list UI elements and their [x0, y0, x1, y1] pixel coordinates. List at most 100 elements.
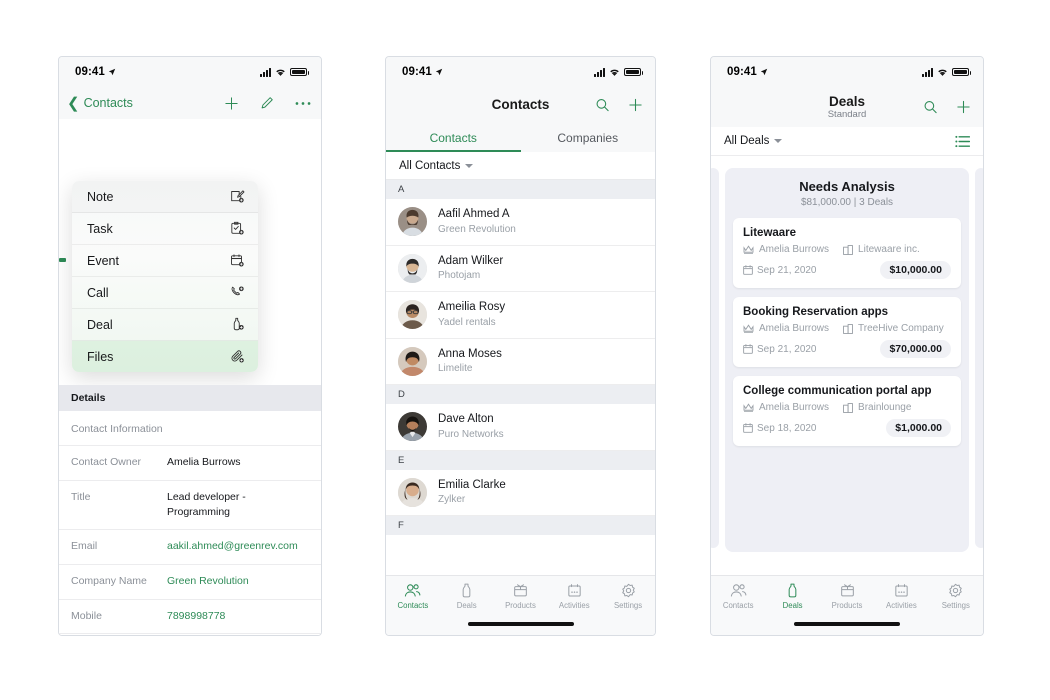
menu-item-files[interactable]: Files — [72, 341, 258, 372]
location-arrow-icon — [108, 68, 116, 76]
field-value[interactable]: 7898998778 — [167, 609, 225, 625]
list-item[interactable]: Adam Wilker Photojam — [386, 245, 655, 293]
tab-products[interactable]: Products — [494, 583, 548, 610]
menu-item-note[interactable]: Note — [72, 181, 258, 213]
field-label: Company Name — [71, 574, 147, 587]
pencil-icon[interactable] — [260, 96, 274, 110]
alpha-header: D — [386, 385, 655, 405]
tab-deals[interactable]: Deals — [440, 583, 494, 610]
avatar — [398, 207, 427, 237]
deal-owner: Amelia Burrows — [759, 402, 830, 413]
menu-item-call[interactable]: Call — [72, 277, 258, 309]
deal-card[interactable]: Booking Reservation apps Amelia Burrows … — [733, 297, 961, 367]
search-icon[interactable] — [923, 100, 938, 115]
search-icon[interactable] — [595, 98, 610, 113]
field-row[interactable]: Email aakil.ahmed@greenrev.com — [59, 530, 321, 565]
calendar-icon — [743, 265, 753, 275]
list-item-text: Aafil Ahmed A Green Revolution — [438, 207, 516, 237]
deal-card[interactable]: Litewaare Amelia Burrows Litewaare inc. … — [733, 218, 961, 288]
plus-icon[interactable] — [224, 96, 239, 111]
field-label: Mobile — [71, 609, 102, 622]
menu-item-label: Deal — [87, 317, 113, 332]
alpha-header: F — [386, 516, 655, 536]
tab-products[interactable]: Products — [820, 583, 874, 610]
tab-settings[interactable]: Settings — [929, 583, 983, 610]
field-row[interactable]: Phone 8380684576 — [59, 634, 321, 635]
field-row[interactable]: Mobile 7898998778 — [59, 600, 321, 635]
plus-icon[interactable] — [628, 98, 643, 113]
tab-contacts[interactable]: Contacts — [711, 583, 765, 610]
tab-label: Settings — [613, 601, 643, 610]
chevron-down-icon — [465, 163, 474, 168]
status-bar-indicators — [922, 67, 971, 77]
nav-bar: ❮ Contacts — [59, 87, 321, 119]
kanban-column-next[interactable] — [975, 168, 983, 548]
filter-bar: All Contacts — [386, 152, 655, 180]
field-row[interactable]: Title Lead developer - Programming — [59, 481, 321, 531]
tab-settings[interactable]: Settings — [601, 583, 655, 610]
tab-label: Activities — [558, 601, 590, 610]
chevron-down-icon — [774, 139, 783, 143]
tab-activities[interactable]: Activities — [547, 583, 601, 610]
kanban-board[interactable]: Needs Analysis $81,000.00 | 3 Deals Lite… — [711, 156, 983, 561]
filter-all-deals[interactable]: All Deals — [724, 135, 783, 147]
menu-item-task[interactable]: Task — [72, 213, 258, 245]
filter-all-contacts[interactable]: All Contacts — [399, 160, 474, 172]
contact-name: Dave Alton — [438, 413, 494, 426]
field-row[interactable]: Contact Owner Amelia Burrows — [59, 446, 321, 481]
list-item[interactable]: Dave Alton Puro Networks — [386, 404, 655, 451]
tab-activities[interactable]: Activities — [874, 583, 928, 610]
attachment-add-icon — [228, 348, 246, 366]
kanban-column-previous[interactable] — [711, 168, 719, 548]
deal-account: Litewaare inc. — [858, 244, 920, 255]
tab-contacts[interactable]: Contacts — [386, 583, 440, 610]
deal-meta: Amelia Burrows Litewaare inc. — [743, 244, 951, 255]
status-bar: 09:41 — [711, 57, 983, 87]
home-indicator[interactable] — [794, 622, 900, 626]
back-button[interactable]: ❮ Contacts — [67, 96, 133, 111]
avatar — [398, 412, 427, 442]
ellipsis-icon[interactable] — [295, 101, 311, 106]
plus-icon[interactable] — [956, 100, 971, 115]
section-header-details: Details — [59, 385, 321, 411]
contact-name: Ameilia Rosy — [438, 301, 506, 314]
field-row[interactable]: Company Name Green Revolution — [59, 565, 321, 600]
list-item[interactable]: Emilia Clarke Zylker — [386, 469, 655, 517]
field-label: Contact Owner — [71, 456, 142, 468]
screenshot-stage: 09:41 ❮ Contacts Note Task Event Call De… — [0, 0, 1050, 700]
note-add-icon — [228, 188, 246, 206]
menu-item-deal[interactable]: Deal — [72, 309, 258, 341]
deal-owner: Amelia Burrows — [759, 323, 830, 334]
list-item[interactable]: Aafil Ahmed A Green Revolution — [386, 199, 655, 246]
deal-meta: Amelia Burrows TreeHive Company — [743, 323, 951, 334]
list-item[interactable]: Anna Moses Limelite — [386, 338, 655, 386]
nav-bar: Contacts — [386, 87, 655, 123]
nav-bar: Deals Standard — [711, 87, 983, 127]
calendar-icon — [743, 423, 753, 433]
field-value[interactable]: Green Revolution — [167, 574, 249, 590]
field-value[interactable]: aakil.ahmed@greenrev.com — [167, 539, 298, 555]
list-item-text: Adam Wilker Photojam — [438, 254, 503, 284]
tab-label: Settings — [941, 601, 970, 610]
home-indicator[interactable] — [467, 622, 574, 626]
menu-item-event[interactable]: Event — [72, 245, 258, 277]
tab-contacts[interactable]: Contacts — [386, 123, 521, 152]
crown-icon — [743, 245, 754, 254]
tab-label: Companies — [557, 130, 619, 145]
phone-screen-deals-kanban: 09:41 Deals Standard All Deals Needs Ana… — [710, 56, 984, 636]
nav-actions — [224, 96, 311, 111]
contacts-icon — [730, 584, 747, 597]
tab-companies[interactable]: Companies — [521, 123, 656, 152]
status-bar: 09:41 — [386, 57, 655, 87]
list-item-text: Anna Moses Limelite — [438, 347, 502, 377]
products-icon — [840, 584, 854, 597]
list-item[interactable]: Ameilia Rosy Yadel rentals — [386, 292, 655, 339]
tab-label: Products — [505, 601, 536, 610]
list-view-icon[interactable] — [955, 135, 970, 148]
deal-date: Sep 21, 2020 — [757, 343, 817, 355]
deal-card[interactable]: College communication portal app Amelia … — [733, 376, 961, 446]
contacts-icon — [405, 584, 421, 597]
tab-deals[interactable]: Deals — [765, 583, 819, 610]
contact-company: Photojam — [438, 270, 481, 282]
battery-icon — [952, 67, 971, 77]
